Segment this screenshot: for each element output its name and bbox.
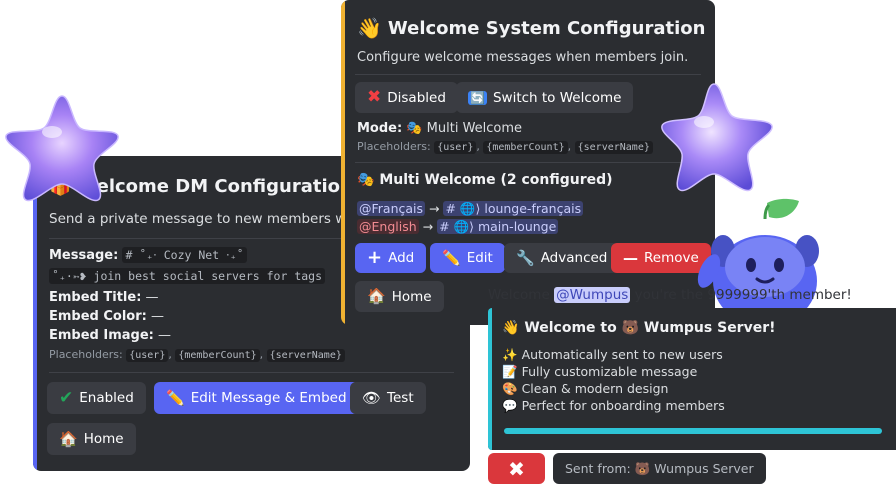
home-icon: 🏠 [59,429,78,448]
test-button[interactable]: 👁 Test [350,382,426,414]
dm-message-line1: # ˚₊‧ Cozy Net ‧₊˚ [122,247,247,263]
sent-from-badge: Sent from: 🐻 Wumpus Server [553,453,766,484]
role-mention[interactable]: @English [357,219,419,234]
multi-welcome-heading: 🎭 Multi Welcome (2 configured) [357,172,613,188]
welcome-entry-english: @English → # 🌐⟩ main-lounge [357,219,559,234]
minus-icon: — [623,248,638,267]
embed-title: 👋 Welcome to 🐻 Wumpus Server! [502,320,776,336]
welcome-message: Welcome @Wumpus you're the 9999999'th me… [488,287,852,303]
home-icon: 🏠 [367,287,386,305]
waving-hand-icon: 👋 [357,16,382,40]
cross-icon: ✖ [367,87,382,107]
placeholder-chip: {memberCount} [483,141,568,154]
embed-accent [488,308,492,450]
sparkles-icon: ✨ [502,347,518,362]
embed-line: 🎨 Clean & modern design [502,381,669,396]
eye-icon: 👁 [362,388,382,407]
placeholder-chip: {serverName} [574,141,653,154]
star-decoration-left [0,92,122,202]
system-divider-middle [355,162,701,163]
speech-bubble-icon: 💬 [502,398,518,413]
masks-icon: 🎭 [357,172,375,188]
close-button[interactable]: ✖ [488,453,545,484]
dm-message-row: Message: # ˚₊‧ Cozy Net ‧₊˚ [49,247,247,263]
refresh-icon: 🔄 [468,90,487,105]
disabled-button[interactable]: ✖ Disabled [355,82,458,113]
dm-message-line2: ˚₊·➳❥ join best social servers for tags [49,268,326,284]
star-decoration-right [658,80,776,192]
system-divider-top [355,74,701,75]
embed-image-bar [504,428,882,434]
embed-line: ✨ Automatically sent to new users [502,347,723,362]
dm-home-button[interactable]: 🏠 Home [47,423,136,455]
embed-line: 💬 Perfect for onboarding members [502,398,725,413]
role-mention[interactable]: @Français [357,201,426,216]
dm-card-description: Send a private message to new members wh… [49,211,382,227]
edit-message-embed-button[interactable]: ✏️ Edit Message & Embed [154,382,359,414]
pencil-icon: ✏️ [442,248,461,267]
dm-card-accent [33,156,37,471]
user-mention[interactable]: @Wumpus [554,287,631,303]
dm-divider-bottom [49,372,454,373]
dm-placeholders-row: Placeholders: {user}, {memberCount}, {se… [49,348,345,362]
channel-mention[interactable]: # 🌐⟩ lounge-français [443,201,584,216]
switch-to-welcome-button[interactable]: 🔄 Switch to Welcome [456,82,634,113]
dm-embed-title-row: Embed Title: — [49,290,159,305]
waving-hand-icon: 👋 [502,320,520,336]
memo-icon: 📝 [502,364,518,379]
pencil-icon: ✏️ [166,388,185,407]
edit-button[interactable]: ✏️ Edit [430,243,505,273]
system-home-button[interactable]: 🏠 Home [355,281,444,312]
palette-icon: 🎨 [502,381,518,396]
embed-line: 📝 Fully customizable message [502,364,698,379]
system-card-description: Configure welcome messages when members … [357,50,689,65]
masks-icon: 🎭 [406,121,423,136]
placeholder-chip: {serverName} [266,349,345,362]
placeholder-chip: {memberCount} [175,349,260,362]
dm-embed-color-row: Embed Color: — [49,309,164,324]
system-card-title: 👋 Welcome System Configuration [357,16,706,40]
placeholder-chip: {user} [434,141,477,154]
check-icon: ✔ [59,387,74,408]
wrench-icon: 🔧 [516,248,535,267]
system-card-accent [341,0,345,325]
mode-row: Mode: 🎭 Multi Welcome [357,121,523,136]
close-icon: ✖ [508,456,525,481]
welcome-entry-french: @Français → # 🌐⟩ lounge-français [357,201,584,216]
system-placeholders-row: Placeholders: {user}, {memberCount}, {se… [357,140,653,154]
placeholder-chip: {user} [126,349,169,362]
channel-mention[interactable]: # 🌐⟩ main-lounge [437,219,559,234]
embed-preview: 👋 Welcome to 🐻 Wumpus Server! ✨ Automati… [488,308,896,450]
dm-embed-image-row: Embed Image: — [49,328,171,343]
add-button[interactable]: + Add [355,243,427,273]
enabled-button[interactable]: ✔ Enabled [47,382,146,414]
advanced-button[interactable]: 🔧 Advanced [504,243,620,273]
plus-icon: + [367,247,383,268]
dm-message-line2-row: ˚₊·➳❥ join best social servers for tags [49,268,326,284]
